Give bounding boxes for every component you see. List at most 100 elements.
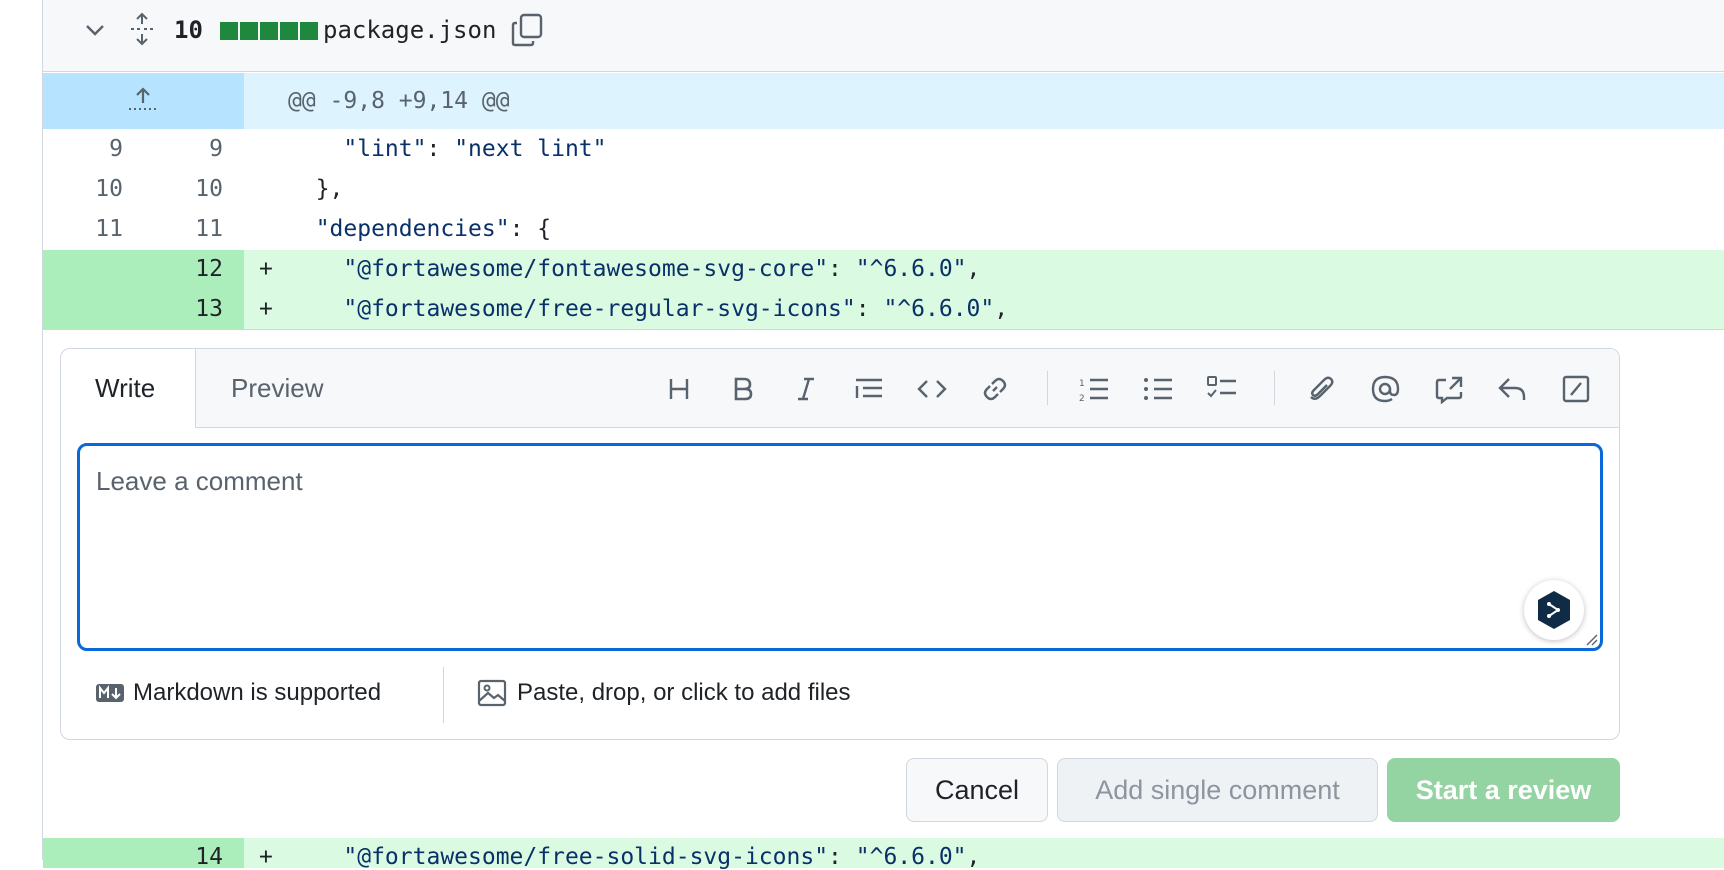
- code-value: "next lint": [454, 136, 607, 162]
- code-value: "^6.6.0": [883, 296, 995, 322]
- new-line-number[interactable]: 14: [143, 844, 223, 870]
- tab-preview[interactable]: Preview: [231, 373, 323, 404]
- expand-all-icon[interactable]: [127, 12, 157, 46]
- image-icon: [477, 679, 507, 707]
- comment-tabs: Write Preview 12: [61, 349, 1619, 428]
- comment-textarea[interactable]: Leave a comment: [77, 443, 1603, 651]
- diff-row: 9 9 "lint": "next lint": [43, 130, 1724, 170]
- code-key: "@fortawesome/free-regular-svg-icons": [343, 296, 856, 322]
- resize-handle-icon[interactable]: [1584, 632, 1598, 646]
- code-line: "@fortawesome/free-regular-svg-icons": "…: [288, 296, 1008, 322]
- code-line: "lint": "next lint": [288, 136, 607, 162]
- diff-row-added: 14 + "@fortawesome/free-solid-svg-icons"…: [43, 838, 1724, 870]
- attach-icon[interactable]: [1301, 369, 1341, 409]
- markdown-note[interactable]: Markdown is supported: [95, 679, 381, 707]
- old-line-number[interactable]: 11: [43, 216, 123, 242]
- diff-row-added: 12 + "@fortawesome/fontawesome-svg-core"…: [43, 250, 1724, 290]
- toolbar-separator: [1047, 371, 1048, 405]
- file-upload-label: Paste, drop, or click to add files: [517, 679, 851, 706]
- code-punct: :: [855, 296, 884, 322]
- diffstat-block: [220, 22, 238, 40]
- saved-reply-icon[interactable]: [1492, 369, 1532, 409]
- code-value: "^6.6.0": [855, 256, 967, 282]
- code-line: "@fortawesome/fontawesome-svg-core": "^6…: [288, 256, 980, 282]
- markdown-icon: [96, 684, 124, 702]
- slash-command-icon[interactable]: [1556, 369, 1596, 409]
- quote-icon[interactable]: [849, 369, 889, 409]
- code-value: "^6.6.0": [855, 844, 967, 870]
- comment-form: Write Preview 12 Leave a comment Markdow…: [60, 348, 1620, 740]
- new-line-number[interactable]: 10: [143, 176, 223, 202]
- file-header: 10 package.json: [43, 0, 1724, 72]
- diff-row: 10 10 },: [43, 170, 1724, 210]
- code-punct: :: [828, 844, 856, 870]
- code-punct: ,: [966, 844, 981, 870]
- cancel-button[interactable]: Cancel: [906, 758, 1048, 822]
- mention-icon[interactable]: [1365, 369, 1405, 409]
- code-line: "dependencies": {: [288, 216, 551, 242]
- code-icon[interactable]: [912, 369, 952, 409]
- hunk-range: @@ -9,8 +9,14 @@: [288, 88, 510, 114]
- hunk-gutter[interactable]: [43, 73, 244, 129]
- code-line: "@fortawesome/free-solid-svg-icons": "^6…: [288, 844, 980, 870]
- left-border: [42, 0, 43, 860]
- assistant-badge-icon[interactable]: [1524, 580, 1584, 640]
- diffstat: [220, 22, 318, 40]
- addition-marker: +: [259, 296, 273, 322]
- copy-icon[interactable]: [511, 13, 543, 47]
- bold-icon[interactable]: [723, 369, 763, 409]
- code-key: "lint": [343, 136, 427, 162]
- code-punct: : {: [509, 216, 552, 242]
- old-line-number[interactable]: 10: [43, 176, 123, 202]
- code-key: "@fortawesome/free-solid-svg-icons": [343, 844, 829, 870]
- add-single-comment-button[interactable]: Add single comment: [1057, 758, 1378, 822]
- code-punct: :: [828, 256, 856, 282]
- file-upload-hint[interactable]: Paste, drop, or click to add files: [477, 679, 851, 707]
- link-icon[interactable]: [975, 369, 1015, 409]
- new-line-number[interactable]: 11: [143, 216, 223, 242]
- code-punct: :: [426, 136, 455, 162]
- file-name[interactable]: package.json: [323, 16, 496, 44]
- code-punct: ,: [966, 256, 981, 282]
- markdown-note-label: Markdown is supported: [133, 679, 382, 706]
- hunk-header: @@ -9,8 +9,14 @@: [43, 73, 1724, 129]
- unordered-list-icon[interactable]: [1138, 369, 1178, 409]
- diff-row-added: 13 + "@fortawesome/free-regular-svg-icon…: [43, 290, 1724, 330]
- code-line: },: [288, 176, 344, 202]
- toolbar-separator: [1274, 371, 1275, 405]
- footer-separator: [443, 667, 444, 723]
- tab-write[interactable]: Write: [61, 349, 196, 428]
- svg-text:2: 2: [1079, 394, 1085, 403]
- addition-marker: +: [259, 844, 273, 870]
- old-line-number[interactable]: 9: [43, 136, 123, 162]
- addition-marker: +: [259, 256, 273, 282]
- changes-count: 10: [174, 16, 203, 44]
- chevron-down-icon[interactable]: [83, 18, 107, 42]
- cross-reference-icon[interactable]: [1429, 369, 1469, 409]
- divider: [43, 329, 1724, 330]
- new-line-number[interactable]: 9: [143, 136, 223, 162]
- diffstat-block: [260, 22, 278, 40]
- diffstat-block: [300, 22, 318, 40]
- comment-placeholder: Leave a comment: [96, 466, 303, 496]
- code-key: "dependencies": [315, 216, 510, 242]
- heading-icon[interactable]: [659, 369, 699, 409]
- expand-up-icon[interactable]: [127, 85, 159, 115]
- code-key: "@fortawesome/fontawesome-svg-core": [343, 256, 829, 282]
- diffstat-block: [240, 22, 258, 40]
- start-review-button[interactable]: Start a review: [1387, 758, 1620, 822]
- code-punct: ,: [994, 296, 1009, 322]
- new-line-number[interactable]: 12: [143, 256, 223, 282]
- task-list-icon[interactable]: [1202, 369, 1242, 409]
- diff-row: 11 11 "dependencies": {: [43, 210, 1724, 250]
- numbered-list-icon[interactable]: 12: [1074, 369, 1114, 409]
- svg-text:1: 1: [1079, 379, 1085, 389]
- diffstat-block: [280, 22, 298, 40]
- new-line-number[interactable]: 13: [143, 296, 223, 322]
- italic-icon[interactable]: [786, 369, 826, 409]
